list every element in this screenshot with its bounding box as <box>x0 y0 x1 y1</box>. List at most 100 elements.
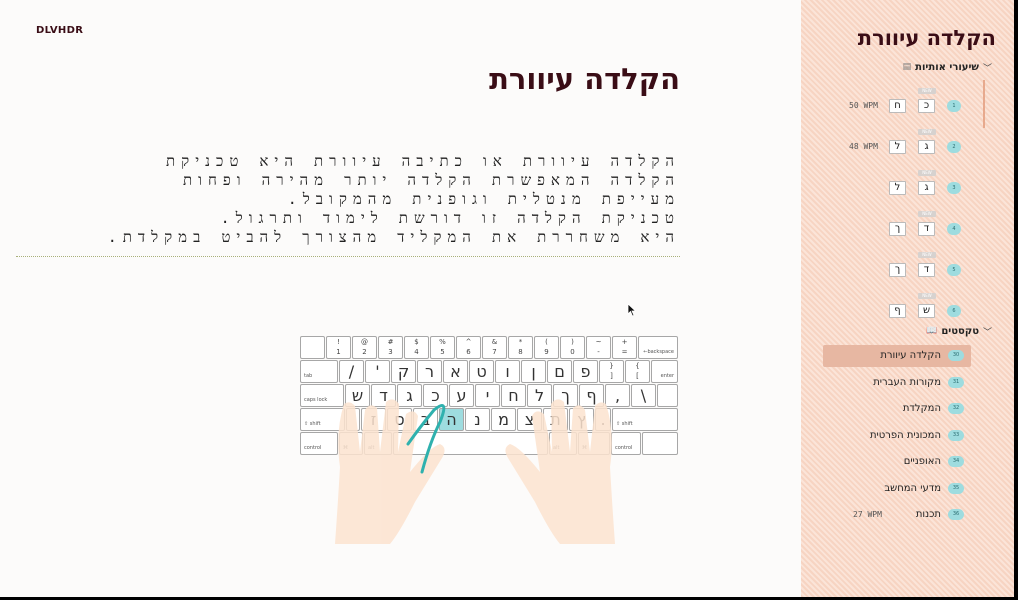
key-blank <box>642 432 678 455</box>
lesson-item[interactable]: NEW ך ד 5 <box>801 252 1014 279</box>
lesson-number-badge: 1 <box>947 100 961 112</box>
text-number-badge: 31 <box>948 377 964 388</box>
page-title: הקלדה עיוורת <box>489 62 680 96</box>
key: ~ - <box>586 336 611 359</box>
lesson-line: הקלדה עיוורת או כתיבה עיוורת היא טכניקת <box>166 152 680 170</box>
key: #3 <box>378 336 403 359</box>
text-item[interactable]: 27 WPM תכנות 36 <box>823 504 971 526</box>
key: & 7 <box>482 336 507 359</box>
text-item-active[interactable]: הקלדה עיוורת 30 <box>823 345 971 367</box>
text-item[interactable]: האופניים 34 <box>823 451 971 473</box>
text-item-label: מקורות העברית <box>873 377 941 388</box>
lesson-key: ח <box>889 99 906 113</box>
lesson-number-badge: 3 <box>947 182 961 194</box>
lesson-line: מעייפת מנטלית וגופנית מהמקובל. <box>287 190 680 208</box>
text-item[interactable]: המקלדת 32 <box>823 398 971 420</box>
key-blank <box>657 384 678 407</box>
key: ם <box>547 360 572 383</box>
key-tab: tab <box>300 360 338 383</box>
wpm-label: 27 WPM <box>853 510 882 519</box>
keyboard-row-numbers: ! 1 @2 #3 $4 % 5 ^ 6 & 7 * 8 (9 ) 0 ~ - + = ←bac… <box>300 336 678 359</box>
lesson-key: ג <box>918 140 935 154</box>
key: * 8 <box>508 336 533 359</box>
text-item-label: תכנות <box>915 509 941 520</box>
sidebar-title: הקלדה עיוורת <box>857 26 996 50</box>
text-item-label: הקלדה עיוורת <box>880 350 941 361</box>
lesson-line: טכניקת הקלדה זו דורשת לימוד ותרגול. <box>220 209 680 227</box>
lesson-line: היא משחררת את המקליד מהצורך להביט במקלדת… <box>107 228 680 246</box>
lesson-key: ף <box>889 304 906 318</box>
key: א <box>443 360 468 383</box>
key: ו <box>495 360 520 383</box>
chevron-down-icon: ﹀ <box>982 63 992 74</box>
lesson-item[interactable]: NEW 50 WPM ח כ 1 <box>801 88 1014 115</box>
text-number-badge: 32 <box>948 403 964 414</box>
text-number-badge: 35 <box>948 483 964 494</box>
text-number-badge: 36 <box>948 509 964 520</box>
text-number-badge: 34 <box>948 456 964 467</box>
lesson-text[interactable]: הקלדה עיוורת או כתיבה עיוורת היא טכניקת … <box>40 152 680 247</box>
keyboard-row-top: tab / ' ק ר א ט ו ן ם פ }] {[ enter <box>300 360 678 383</box>
key: @2 <box>352 336 377 359</box>
lesson-number-badge: 4 <box>947 223 961 235</box>
lesson-key: כ <box>918 99 935 113</box>
texts-section-label: טקסטים <box>941 325 979 337</box>
key-backtick <box>300 336 325 359</box>
new-tag: NEW <box>918 170 936 176</box>
key: ר <box>417 360 442 383</box>
lesson-item[interactable]: NEW 48 WPM ל ג 2 <box>801 129 1014 156</box>
new-tag: NEW <box>918 129 936 135</box>
lesson-number-badge: 6 <box>947 305 961 317</box>
hands-illustration <box>335 399 615 544</box>
new-tag: NEW <box>918 252 936 258</box>
letters-section-label: שיעורי אותיות <box>915 61 979 73</box>
key: ט <box>469 360 494 383</box>
text-item[interactable]: מקורות העברית 31 <box>823 372 971 394</box>
text-item-label: האופניים <box>903 456 941 467</box>
key: {[ <box>625 360 650 383</box>
key: פ <box>573 360 598 383</box>
text-item-label: המכונית הפרטית <box>869 430 941 441</box>
key-shift-right: ⇧ shift <box>612 408 678 431</box>
key: (9 <box>534 336 559 359</box>
key: / <box>339 360 364 383</box>
lesson-item[interactable]: NEW ך ד 4 <box>801 211 1014 238</box>
lesson-item[interactable]: NEW ל ג 3 <box>801 170 1014 197</box>
brand-logo[interactable]: DLVHDR <box>36 25 83 36</box>
text-item[interactable]: המכונית הפרטית 33 <box>823 425 971 447</box>
app-window: DLVHDR הקלדה עיוורת הקלדה עיוורת או כתיב… <box>0 0 1014 597</box>
lesson-key: ך <box>889 263 906 277</box>
key: }] <box>599 360 624 383</box>
wpm-label: 48 WPM <box>849 142 878 151</box>
wpm-label: 50 WPM <box>849 101 878 110</box>
text-item[interactable]: מדעי המחשב 35 <box>823 478 971 500</box>
lesson-number-badge: 5 <box>947 264 961 276</box>
lesson-key: ש <box>918 304 935 318</box>
key: ' <box>365 360 390 383</box>
list-icon: ▤ <box>902 62 912 72</box>
letters-section-toggle[interactable]: ﹀ שיעורי אותיות ▤ <box>903 60 992 74</box>
key: \ <box>631 384 656 407</box>
new-tag: NEW <box>918 88 936 94</box>
text-item-label: מדעי המחשב <box>884 483 941 494</box>
lesson-key: ל <box>889 181 906 195</box>
lesson-number-badge: 2 <box>947 141 961 153</box>
key-enter: enter <box>651 360 678 383</box>
text-item-label: המקלדת <box>902 403 941 414</box>
texts-section-toggle[interactable]: ﹀ טקסטים 📖 <box>926 324 992 338</box>
lesson-key: ד <box>918 263 935 277</box>
text-number-badge: 33 <box>948 430 964 441</box>
lesson-key: ך <box>889 222 906 236</box>
chevron-down-icon: ﹀ <box>982 327 992 338</box>
mouse-cursor-icon <box>627 303 637 317</box>
key-backspace: ←backspace <box>638 336 678 359</box>
new-tag: NEW <box>918 211 936 217</box>
key: ) 0 <box>560 336 585 359</box>
text-number-badge: 30 <box>948 350 964 361</box>
lesson-item[interactable]: NEW ף ש 6 <box>801 293 1014 320</box>
key: ^ 6 <box>456 336 481 359</box>
sidebar: הקלדה עיוורת ﹀ שיעורי אותיות ▤ NEW 50 WP… <box>801 0 1014 597</box>
key: ן <box>521 360 546 383</box>
lesson-line: הקלדה המאפשרת הקלדה יותר מהירה ופחות <box>183 171 680 189</box>
key: + = <box>612 336 637 359</box>
